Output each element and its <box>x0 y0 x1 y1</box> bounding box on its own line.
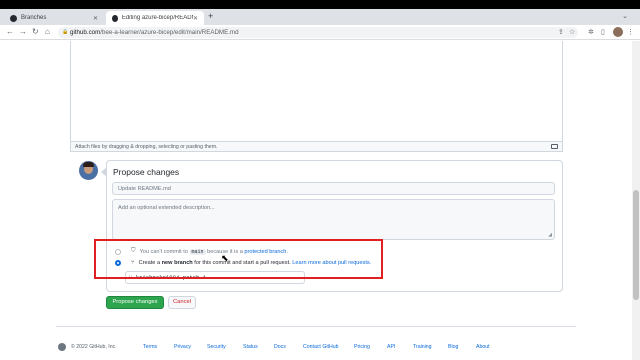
tab-search-chevron-icon[interactable]: ⌄ <box>622 12 628 20</box>
scrollbar-thumb[interactable] <box>633 190 639 300</box>
footer-link-contact[interactable]: Contact GitHub <box>303 344 338 350</box>
new-tab-button[interactable]: + <box>208 11 213 21</box>
profile-avatar-icon[interactable] <box>613 27 623 37</box>
commit-summary-input[interactable]: Update README.md <box>112 182 555 195</box>
user-avatar <box>79 161 98 180</box>
close-tab-icon[interactable]: ✕ <box>93 15 98 22</box>
footer-link-api[interactable]: API <box>387 344 395 350</box>
tab-strip: Branches ✕ Editing azure-bicep/README.m … <box>0 9 640 25</box>
back-arrow-icon[interactable]: ← <box>6 27 14 36</box>
commit-description-placeholder: Add an optional extended description... <box>118 205 215 211</box>
url-host: github.com <box>70 29 101 36</box>
tab-branches[interactable]: Branches ✕ <box>4 11 104 25</box>
footer-copyright: © 2022 GitHub, Inc. <box>58 343 117 351</box>
file-editor-area[interactable] <box>70 41 563 141</box>
reload-icon[interactable]: ↻ <box>32 27 39 36</box>
forward-arrow-icon[interactable]: → <box>19 27 27 36</box>
close-tab-icon[interactable]: ✕ <box>193 15 198 22</box>
footer-link-status[interactable]: Status <box>243 344 258 350</box>
commit-summary-placeholder: Update README.md <box>118 186 171 192</box>
github-logo-icon[interactable] <box>58 343 66 351</box>
copyright-text: © 2022 GitHub, Inc. <box>71 344 117 350</box>
github-favicon-icon <box>10 14 17 22</box>
annotation-highlight-box <box>94 239 383 279</box>
footer-link-about[interactable]: About <box>476 344 490 350</box>
extensions-puzzle-icon[interactable]: ✲ <box>588 28 594 36</box>
tab-title: Branches <box>21 15 47 21</box>
cancel-button[interactable]: Cancel <box>168 296 196 309</box>
footer-link-training[interactable]: Training <box>413 344 432 350</box>
url-input[interactable]: 🔒 github.com/bee-a-learner/azure-bicep/e… <box>58 27 578 38</box>
markdown-icon <box>551 144 558 149</box>
lock-icon: 🔒 <box>62 29 69 35</box>
share-icon[interactable]: ⇪ <box>558 28 564 36</box>
footer-divider <box>56 326 576 327</box>
mouse-cursor-icon: ⬉ <box>221 253 229 263</box>
home-icon[interactable]: ⌂ <box>45 27 50 36</box>
propose-changes-button[interactable]: Propose changes <box>106 296 164 309</box>
propose-changes-title: Propose changes <box>113 167 180 177</box>
footer-link-security[interactable]: Security <box>207 344 226 350</box>
sidebar-icon[interactable]: ▯ <box>601 28 605 36</box>
screen-top-bar <box>0 0 640 9</box>
footer-link-terms[interactable]: Terms <box>143 344 157 350</box>
attach-files-hint: Attach files by dragging & dropping, sel… <box>75 144 218 150</box>
tab-editing-readme[interactable]: Editing azure-bicep/README.m ✕ <box>106 11 204 25</box>
footer-link-blog[interactable]: Blog <box>448 344 458 350</box>
commit-description-textarea[interactable]: Add an optional extended description... … <box>112 199 555 240</box>
attach-files-bar[interactable]: Attach files by dragging & dropping, sel… <box>70 141 563 152</box>
resize-handle-icon[interactable]: ◢ <box>548 232 552 238</box>
browser-menu-icon[interactable]: ⋮ <box>627 28 634 36</box>
bookmark-star-icon[interactable]: ☆ <box>569 28 575 36</box>
tab-title: Editing azure-bicep/README.m <box>121 15 193 21</box>
url-path: /bee-a-learner/azure-bicep/edit/main/REA… <box>100 29 239 36</box>
github-favicon-icon <box>112 14 118 22</box>
footer-link-docs[interactable]: Docs <box>274 344 286 350</box>
avatar-hair <box>83 162 94 167</box>
footer-link-privacy[interactable]: Privacy <box>174 344 191 350</box>
footer-link-pricing[interactable]: Pricing <box>354 344 370 350</box>
